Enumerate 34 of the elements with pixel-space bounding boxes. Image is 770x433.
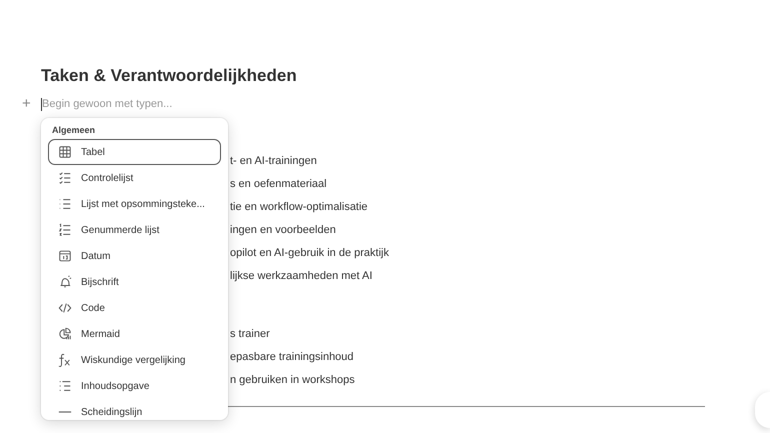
text-line: ingen en voorbeelden [230,223,336,238]
menu-item[interactable]: Wiskundige vergelijking [48,347,221,373]
text-line: opilot en AI-gebruik in de praktijk [230,246,389,261]
section-heading: Algemeen [51,124,96,137]
numbered-list-icon [58,223,72,237]
menu-item[interactable]: Controlelijst [48,165,221,191]
menu-item[interactable]: Bijschrift [48,269,221,295]
text-line: s en oefenmateriaal [230,177,327,192]
menu-item[interactable]: Datum [48,243,221,269]
calendar-icon [58,249,72,263]
code-icon [58,301,72,315]
menu-item[interactable]: Genummerde lijst [48,217,221,243]
menu-item[interactable]: Lijst met opsommingsteke... [48,191,221,217]
function-icon [58,353,72,367]
menu-item[interactable]: Scheidingslijn [48,399,221,420]
bell-icon [58,275,72,289]
text-line: tie en workflow-optimalisatie [230,200,368,215]
page-title: Taken & Verantwoordelijkheden [41,65,297,87]
text-line: epasbare trainingsinhoud [230,350,354,365]
menu-item[interactable]: Mermaid [48,321,221,347]
text-line: lijkse werkzaamheden met AI [230,269,372,284]
divider-icon [58,411,72,413]
menu-item[interactable]: Code [48,295,221,321]
round-button[interactable] [755,392,770,428]
text-line: n gebruiken in workshops [230,373,355,388]
menu-item[interactable]: Inhoudsopgave [48,373,221,399]
text-line: s trainer [230,327,270,342]
checklist-icon [58,171,72,185]
contents-list-icon [58,379,72,393]
table-icon [58,145,72,159]
text-line: t- en AI-trainingen [230,154,317,169]
pie-chart-icon [58,327,72,341]
add-block-button[interactable]: + [22,95,41,113]
menu-item[interactable]: Tabel [48,139,221,165]
